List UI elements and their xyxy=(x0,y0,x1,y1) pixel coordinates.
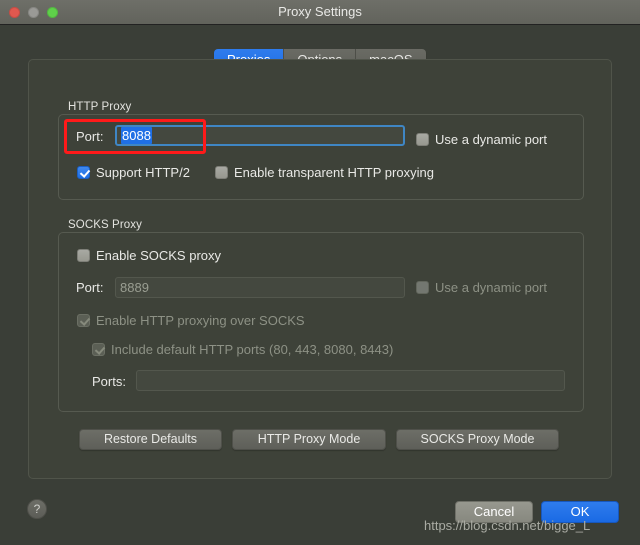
socks-ports-input[interactable] xyxy=(136,370,565,391)
support-http2-checkbox[interactable]: Support HTTP/2 xyxy=(77,165,190,180)
transparent-proxying-checkbox[interactable]: Enable transparent HTTP proxying xyxy=(215,165,434,180)
checkbox-check-icon xyxy=(77,166,90,179)
mode-button-bar: Restore Defaults HTTP Proxy Mode SOCKS P… xyxy=(79,429,559,450)
enable-socks-proxy-label: Enable SOCKS proxy xyxy=(96,248,222,263)
http-port-label: Port: xyxy=(76,129,104,144)
support-http2-label: Support HTTP/2 xyxy=(96,165,190,180)
checkbox-check-icon xyxy=(92,343,105,356)
socks-port-input[interactable]: 8889 xyxy=(115,277,405,298)
checkbox-box-icon xyxy=(416,133,429,146)
socks-dynamic-port-label: Use a dynamic port xyxy=(435,280,547,295)
http-over-socks-checkbox[interactable]: Enable HTTP proxying over SOCKS xyxy=(77,313,305,328)
help-button[interactable]: ? xyxy=(27,499,47,519)
checkbox-box-icon xyxy=(215,166,228,179)
include-default-ports-checkbox[interactable]: Include default HTTP ports (80, 443, 808… xyxy=(92,342,393,357)
http-proxy-mode-button[interactable]: HTTP Proxy Mode xyxy=(232,429,386,450)
include-default-ports-label: Include default HTTP ports (80, 443, 808… xyxy=(111,342,394,357)
socks-proxy-mode-button[interactable]: SOCKS Proxy Mode xyxy=(396,429,559,450)
socks-proxy-group-label: SOCKS Proxy xyxy=(68,219,142,231)
socks-port-row: Port: xyxy=(76,280,120,295)
watermark-text: https://blog.csdn.net/bigge_L xyxy=(424,518,591,533)
socks-ports-row: Ports: xyxy=(92,374,140,389)
http-dynamic-port-label: Use a dynamic port xyxy=(435,132,547,147)
transparent-proxying-label: Enable transparent HTTP proxying xyxy=(234,165,434,180)
http-over-socks-label: Enable HTTP proxying over SOCKS xyxy=(96,313,305,328)
http-port-row: Port: xyxy=(76,129,120,144)
socks-dynamic-port-checkbox[interactable]: Use a dynamic port xyxy=(416,280,547,295)
checkbox-check-icon xyxy=(77,314,90,327)
socks-port-label: Port: xyxy=(76,280,104,295)
checkbox-box-icon xyxy=(416,281,429,294)
checkbox-box-icon xyxy=(77,249,90,262)
socks-port-value: 8889 xyxy=(120,280,149,295)
http-port-value: 8088 xyxy=(121,127,152,144)
http-proxy-group-label: HTTP Proxy xyxy=(68,101,132,113)
http-port-input[interactable]: 8088 xyxy=(115,125,405,146)
restore-defaults-button[interactable]: Restore Defaults xyxy=(79,429,222,450)
enable-socks-proxy-checkbox[interactable]: Enable SOCKS proxy xyxy=(77,248,221,263)
window-title: Proxy Settings xyxy=(278,4,362,19)
titlebar: Proxy Settings xyxy=(0,0,640,25)
proxy-settings-window: Proxy Settings Proxies Options macOS HTT… xyxy=(0,0,640,545)
socks-ports-label: Ports: xyxy=(92,374,126,389)
http-dynamic-port-checkbox[interactable]: Use a dynamic port xyxy=(416,132,547,147)
